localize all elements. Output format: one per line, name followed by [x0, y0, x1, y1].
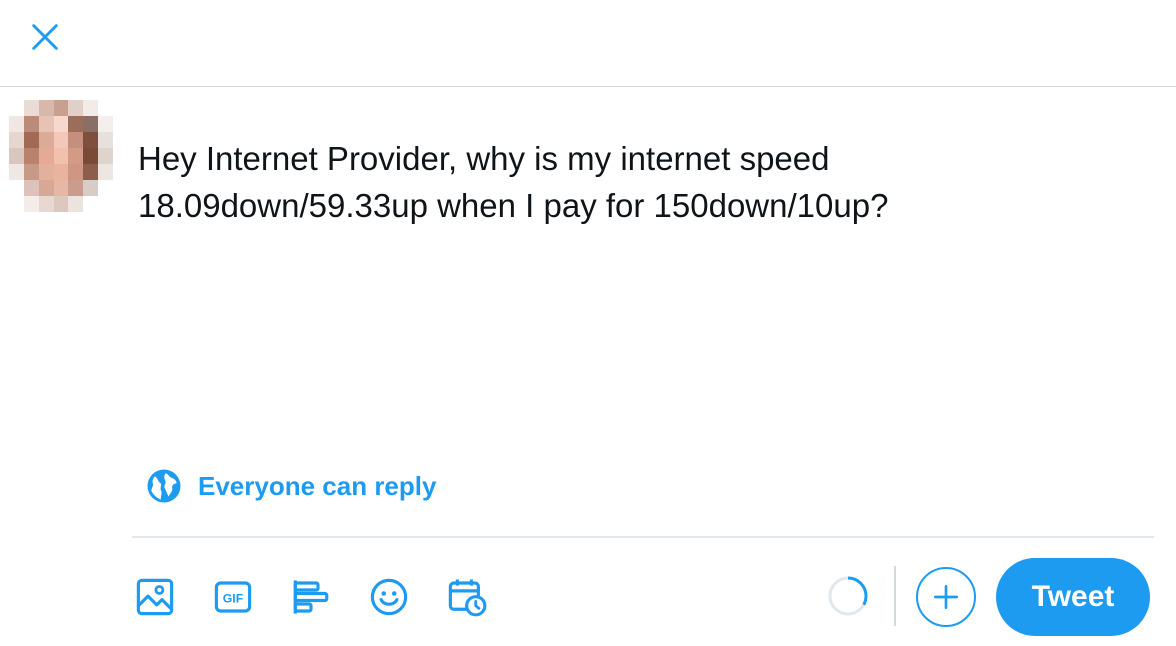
avatar-pixel: [53, 148, 69, 164]
avatar-pixel: [23, 132, 39, 148]
image-icon: [136, 578, 174, 616]
add-gif-button[interactable]: GIF: [206, 570, 260, 624]
avatar-pixel: [38, 100, 54, 116]
avatar-pixel: [68, 148, 84, 164]
avatar-pixel: [38, 148, 54, 164]
compose-tweet-modal: Hey Internet Provider, why is my interne…: [0, 0, 1176, 646]
gif-icon: GIF: [214, 581, 252, 613]
avatar-pixel: [83, 148, 99, 164]
avatar-pixel: [68, 116, 84, 132]
avatar-pixel: [68, 100, 84, 116]
avatar-pixel: [53, 196, 69, 212]
avatar-pixel: [38, 180, 54, 196]
add-tweet-button[interactable]: [916, 567, 976, 627]
avatar-pixel: [53, 116, 69, 132]
avatar-pixel: [38, 116, 54, 132]
avatar-pixel: [9, 100, 24, 116]
avatar-pixel: [53, 100, 69, 116]
avatar-pixel: [98, 164, 113, 180]
avatar-pixel: [9, 196, 24, 212]
character-count-progress: [828, 576, 868, 616]
gif-icon-text: GIF: [223, 591, 244, 605]
emoji-icon: [370, 578, 408, 616]
avatar-pixel: [68, 132, 84, 148]
avatar-pixel: [53, 180, 69, 196]
avatar-pixel: [83, 100, 99, 116]
avatar-pixel: [98, 180, 113, 196]
avatar-pixel: [9, 164, 24, 180]
avatar: [9, 100, 113, 212]
close-icon: [32, 24, 58, 50]
avatar-pixel: [98, 116, 113, 132]
avatar-pixel: [23, 116, 39, 132]
avatar-pixel: [83, 164, 99, 180]
avatar-pixel: [53, 132, 69, 148]
avatar-pixel: [83, 116, 99, 132]
avatar-pixel: [83, 180, 99, 196]
avatar-pixel: [98, 100, 113, 116]
reply-setting-button[interactable]: Everyone can reply: [138, 462, 444, 510]
add-media-button[interactable]: [128, 570, 182, 624]
avatar-pixel: [68, 180, 84, 196]
avatar-pixel: [98, 196, 113, 212]
avatar-pixel: [9, 148, 24, 164]
avatar-pixel: [9, 180, 24, 196]
close-button[interactable]: [20, 12, 70, 62]
add-poll-button[interactable]: [284, 570, 338, 624]
modal-header: [0, 0, 1176, 87]
avatar-pixel: [68, 164, 84, 180]
tweet-button[interactable]: Tweet: [996, 558, 1150, 636]
schedule-icon: [448, 579, 487, 617]
avatar-pixel: [83, 132, 99, 148]
avatar-pixel: [9, 116, 24, 132]
avatar-pixel: [53, 164, 69, 180]
globe-icon: [147, 469, 181, 503]
avatar-pixel: [23, 100, 39, 116]
avatar-pixel: [98, 148, 113, 164]
avatar-pixel: [98, 132, 113, 148]
poll-icon: [293, 580, 329, 614]
toolbar-divider: [132, 536, 1154, 538]
tweet-text-input[interactable]: Hey Internet Provider, why is my interne…: [138, 135, 1138, 229]
avatar-pixel: [68, 196, 84, 212]
avatar-pixel: [38, 164, 54, 180]
avatar-pixel: [23, 196, 39, 212]
add-emoji-button[interactable]: [362, 570, 416, 624]
avatar-pixel: [23, 180, 39, 196]
toolbar-separator: [894, 566, 896, 626]
avatar-pixel: [83, 196, 99, 212]
avatar-pixel: [38, 132, 54, 148]
plus-icon: [934, 585, 958, 609]
avatar-pixel: [23, 148, 39, 164]
avatar-pixel: [23, 164, 39, 180]
avatar-pixel: [38, 196, 54, 212]
schedule-button[interactable]: [440, 570, 494, 624]
avatar-pixel: [9, 132, 24, 148]
reply-setting-label: Everyone can reply: [198, 470, 437, 501]
